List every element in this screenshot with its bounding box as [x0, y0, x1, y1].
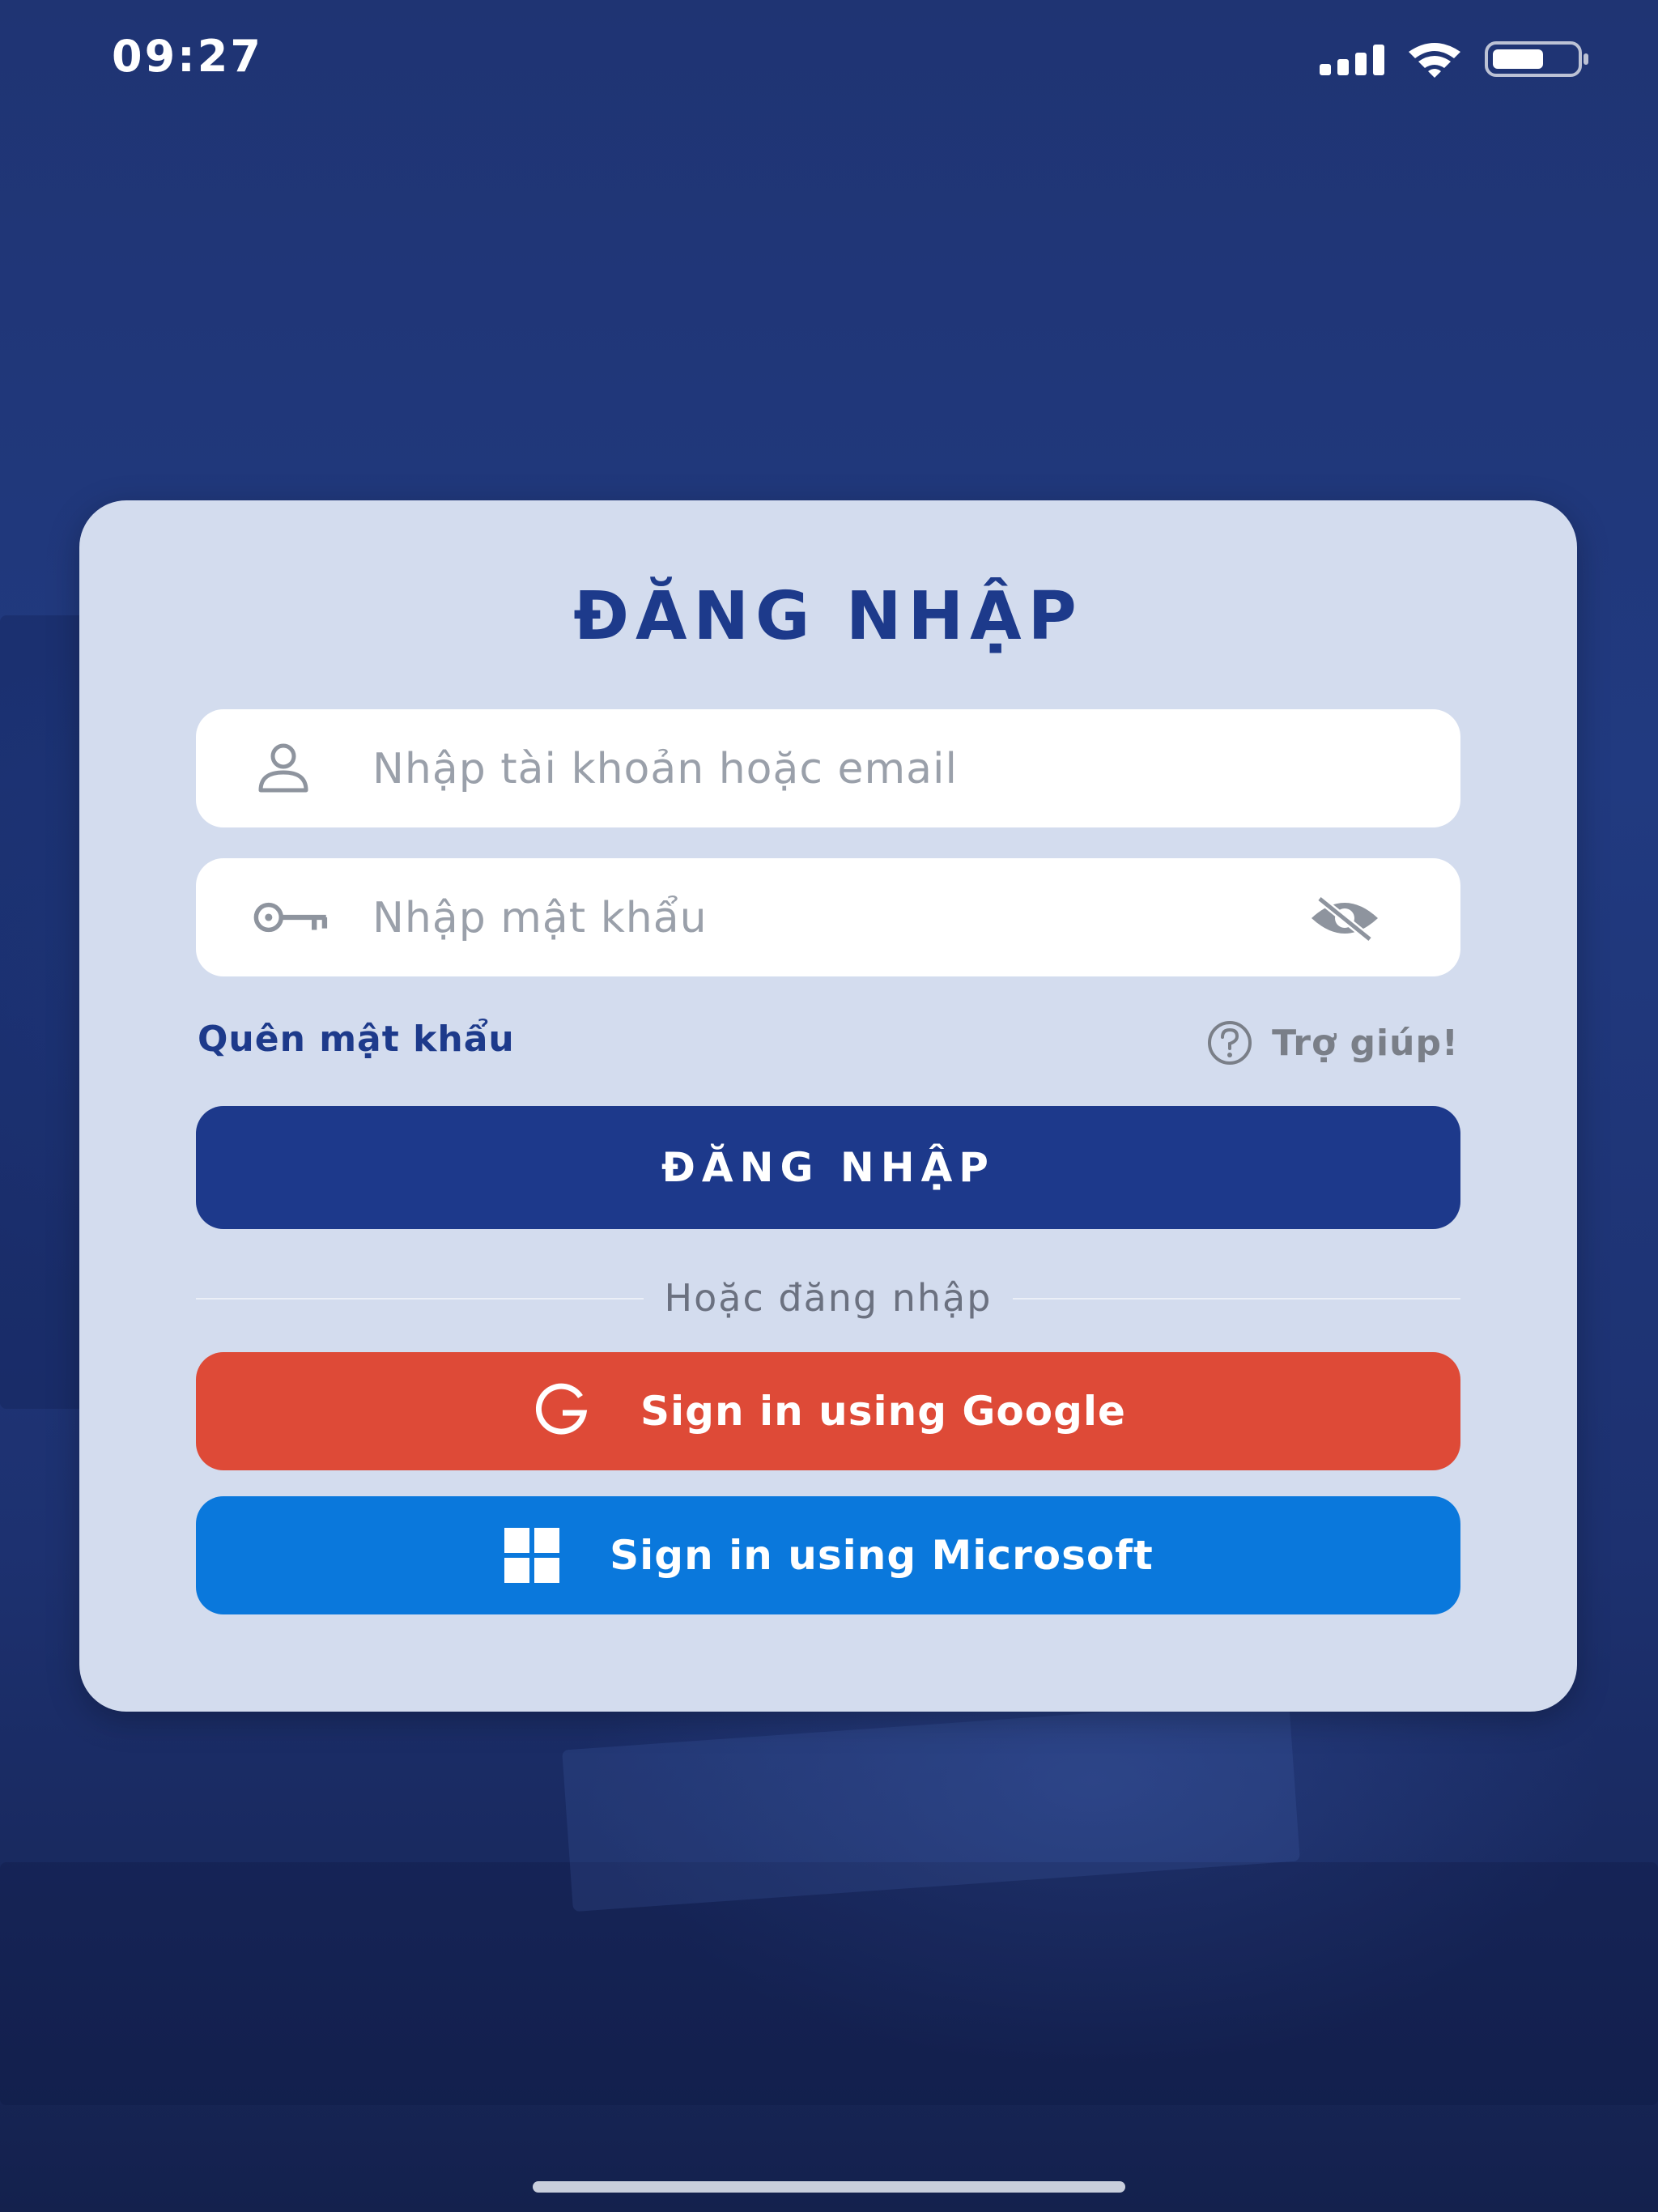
status-bar: 09:27	[0, 0, 1658, 121]
wifi-icon	[1409, 43, 1460, 78]
forgot-password-link[interactable]: Quên mật khẩu	[198, 1019, 515, 1060]
key-icon	[253, 902, 328, 933]
home-indicator[interactable]	[533, 2181, 1125, 2193]
username-input[interactable]	[371, 709, 1305, 829]
battery-icon	[1485, 41, 1588, 77]
password-input[interactable]	[371, 858, 1305, 978]
background-desk	[0, 1862, 1658, 2105]
cellular-signal-icon	[1320, 43, 1384, 75]
google-signin-label: Sign in using Google	[640, 1388, 1126, 1435]
microsoft-signin-button[interactable]: Sign in using Microsoft	[196, 1496, 1460, 1614]
question-circle-icon	[1208, 1021, 1252, 1065]
username-field[interactable]	[196, 709, 1460, 829]
microsoft-signin-label: Sign in using Microsoft	[610, 1532, 1154, 1579]
status-time: 09:27	[112, 31, 263, 82]
help-label: Trợ giúp!	[1272, 1022, 1459, 1064]
login-button[interactable]: ĐĂNG NHẬP	[196, 1106, 1460, 1229]
help-link[interactable]: Trợ giúp!	[1205, 1019, 1459, 1067]
login-button-label: ĐĂNG NHẬP	[661, 1144, 995, 1191]
person-icon	[258, 743, 308, 793]
windows-icon	[503, 1526, 561, 1585]
login-title: ĐĂNG NHẬP	[573, 578, 1083, 655]
login-card: ĐĂNG NHẬP Quên mật khẩu Trợ giúp!	[79, 500, 1577, 1712]
eye-off-icon[interactable]	[1308, 894, 1381, 942]
status-icons	[1320, 40, 1592, 78]
or-divider: Hoặc đăng nhập	[196, 1270, 1460, 1326]
google-signin-button[interactable]: Sign in using Google	[196, 1352, 1460, 1470]
google-icon	[530, 1380, 592, 1442]
password-field[interactable]	[196, 858, 1460, 978]
divider-text: Hoặc đăng nhập	[643, 1276, 1014, 1320]
